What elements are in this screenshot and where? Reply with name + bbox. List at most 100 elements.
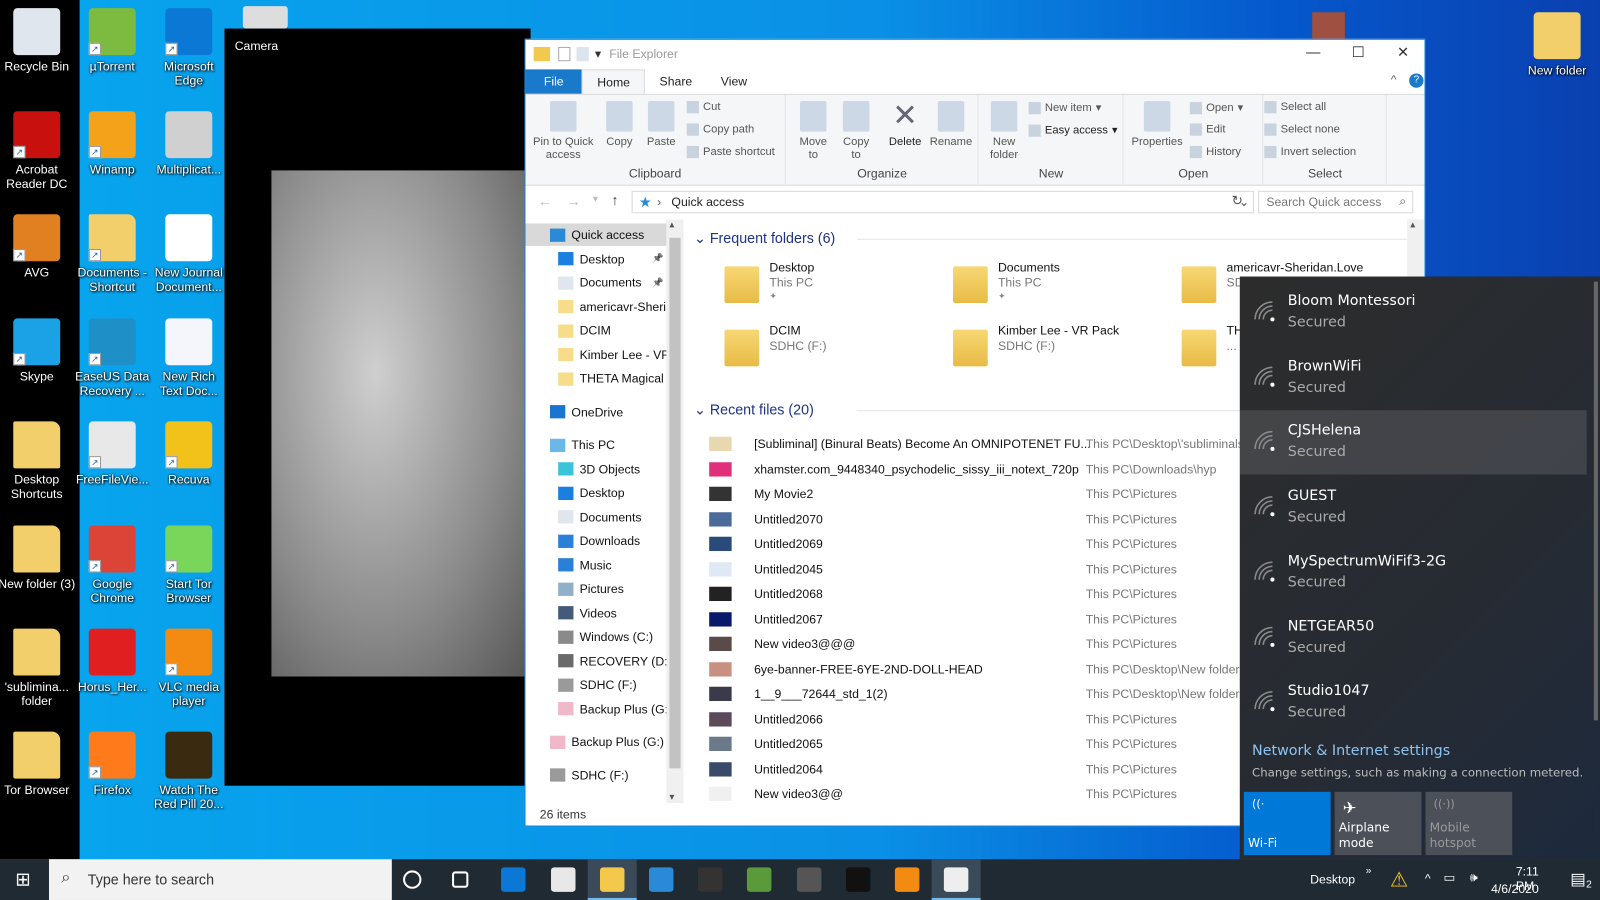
desktop-icon[interactable]: ↗ VLC media player — [150, 624, 228, 708]
collapse-ribbon-icon[interactable]: ^ — [1391, 72, 1397, 86]
invert-selection-button[interactable]: Invert selection — [1264, 145, 1356, 159]
desktop-icon[interactable]: Horus_Her... — [73, 624, 151, 694]
tab-view[interactable]: View — [707, 69, 762, 93]
wifi-network-item[interactable]: GUEST Secured — [1240, 476, 1587, 540]
nav-item[interactable]: Videos — [526, 602, 669, 624]
new-folder-button[interactable]: New folder — [984, 101, 1025, 162]
desktop-icon[interactable]: ↗ FreeFileVie... — [73, 417, 151, 487]
desktop-icon[interactable]: ↗ AVG — [0, 210, 76, 280]
taskbar-app-amazon-icon[interactable] — [698, 867, 723, 892]
network-settings-link[interactable]: Network & Internet settings — [1252, 743, 1450, 759]
nav-item[interactable]: Desktop 📌 — [526, 247, 669, 269]
wifi-network-item[interactable]: Studio1047 Secured — [1240, 671, 1587, 735]
nav-item[interactable]: Windows (C:) — [526, 626, 669, 648]
paste-button[interactable]: Paste — [642, 101, 681, 149]
quick-action-wifi[interactable]: ((· Wi-Fi — [1243, 791, 1331, 856]
taskbar-app-color-app-icon[interactable] — [845, 867, 871, 892]
up-button[interactable]: ↑ — [611, 192, 618, 208]
easy-access-button[interactable]: Easy access ▾ — [1028, 123, 1118, 137]
back-button[interactable]: ← — [538, 193, 552, 209]
frequent-folder-item[interactable]: DCIM SDHC (F:) — [724, 323, 948, 374]
nav-item[interactable]: Backup Plus (G:) — [526, 697, 668, 719]
frequent-folder-item[interactable]: Kimber Lee - VR Pack SDHC (F:) — [953, 323, 1177, 374]
nav-scrollbar[interactable]: ▴ ▾ — [666, 219, 684, 804]
desktop-icon[interactable]: Multiplicat... — [150, 107, 228, 177]
desktop-toolbar-label[interactable]: Desktop — [1310, 872, 1355, 886]
qat-dropdown-icon[interactable]: ▾ — [595, 47, 601, 61]
quick-action-hotspot[interactable]: ((·)) Mobile hotspot — [1425, 791, 1513, 856]
taskbar-app-tripadvisor-icon[interactable] — [747, 867, 772, 892]
nav-item[interactable]: Pictures — [526, 578, 669, 600]
open-button[interactable]: Open ▾ — [1189, 101, 1243, 114]
wifi-network-item[interactable]: Bloom Montessori Secured — [1240, 281, 1587, 345]
desktop-icon[interactable]: Watch The Red Pill 20... — [150, 728, 228, 811]
desktop-icon[interactable]: Tor Browser — [0, 728, 76, 797]
pin-to-quick-access-button[interactable]: Pin to Quick access — [530, 101, 597, 162]
refresh-icon[interactable]: ↻ — [1232, 193, 1243, 209]
nav-item[interactable]: americavr-Sheridan.Love — [526, 295, 668, 317]
desktop-icon[interactable]: Recycle Bin — [0, 4, 76, 73]
paste-shortcut-button[interactable]: Paste shortcut — [686, 145, 775, 159]
frequent-folder-item[interactable]: Documents This PC ✦ — [953, 260, 1177, 311]
tab-share[interactable]: Share — [645, 69, 706, 93]
minimize-button[interactable]: — — [1291, 44, 1336, 60]
camera-window[interactable]: Camera — [224, 28, 531, 786]
desktop-icon[interactable]: ↗ Recuva — [150, 417, 228, 487]
clock-date[interactable]: 4/6/2020 — [1491, 882, 1539, 896]
nav-item[interactable]: This PC — [526, 434, 669, 456]
tab-home[interactable]: Home — [581, 69, 646, 94]
desktop-icon[interactable]: 'sublimina... folder — [0, 624, 76, 708]
wifi-network-item[interactable]: NETGEAR50 Secured — [1240, 606, 1587, 670]
desktop-icon[interactable]: ↗ Microsoft Edge — [150, 4, 228, 88]
nav-item[interactable]: Kimber Lee - VR Pack — [526, 343, 668, 365]
taskbar-app-mail-icon[interactable] — [648, 867, 674, 892]
copy-path-button[interactable]: Copy path — [686, 123, 754, 136]
nav-item[interactable]: Backup Plus (G:) — [526, 731, 669, 753]
desktop-icon[interactable]: ↗ Winamp — [73, 107, 151, 177]
wifi-network-item[interactable]: CJSHelena Secured — [1239, 410, 1587, 475]
show-hidden-icons-chevron[interactable]: ^ — [1425, 871, 1431, 885]
nav-item[interactable]: RECOVERY (D:) — [526, 649, 668, 671]
recent-files-header[interactable]: ⌄ Recent files (20) — [694, 401, 1406, 418]
taskbar-app-webcam-app-icon[interactable] — [796, 867, 822, 892]
recent-locations-button[interactable]: ▾ — [593, 194, 598, 205]
nav-item[interactable]: THETA Magical Fantasy — [526, 367, 668, 389]
start-button-windows-icon[interactable]: ⊞ — [15, 869, 30, 890]
help-icon[interactable]: ? — [1409, 73, 1424, 88]
nav-item[interactable]: DCIM — [526, 319, 669, 341]
desktop-icon[interactable]: ↗ Skype — [0, 314, 76, 384]
edit-button[interactable]: Edit — [1189, 123, 1225, 136]
desktop-icon-partial[interactable] — [1312, 12, 1345, 39]
maximize-button[interactable]: ☐ — [1336, 44, 1381, 61]
wifi-network-item[interactable]: BrownWiFi Secured — [1240, 346, 1587, 410]
properties-qat-icon[interactable] — [558, 46, 571, 62]
desktop-icon[interactable]: ↗ Google Chrome — [73, 521, 151, 605]
new-folder-qat-icon[interactable] — [576, 46, 589, 62]
nav-item[interactable]: Documents — [526, 506, 669, 528]
copy-button[interactable]: Copy — [601, 101, 638, 149]
history-button[interactable]: History — [1189, 145, 1241, 159]
close-button[interactable]: ✕ — [1381, 44, 1426, 61]
nav-item[interactable]: Downloads — [526, 530, 669, 552]
nav-item[interactable]: SDHC (F:) — [526, 673, 669, 695]
taskbar-app-camera-icon[interactable] — [944, 867, 969, 892]
desktop-icon[interactable]: New Rich Text Doc... — [150, 314, 228, 398]
desktop-icon-new-folder[interactable]: New folder — [1518, 8, 1596, 78]
taskbar-app-store-icon[interactable] — [550, 867, 576, 892]
desktop-icon[interactable]: New Journal Document... — [150, 210, 228, 294]
scroll-up-icon[interactable]: ▴ — [1410, 219, 1415, 230]
quick-action-airplane[interactable]: ✈ Airplane mode — [1334, 791, 1422, 856]
desktop-icon[interactable]: ↗ EaseUS Data Recovery ... — [73, 314, 151, 398]
scroll-down-icon[interactable]: ▾ — [669, 792, 674, 803]
delete-button[interactable]: ✕ Delete — [885, 101, 926, 149]
frequent-folders-header[interactable]: ⌄ Frequent folders (6) — [694, 230, 1406, 247]
frequent-folder-item[interactable]: Desktop This PC ✦ — [724, 260, 948, 311]
nav-scroll-thumb[interactable] — [669, 237, 681, 769]
nav-item[interactable]: Desktop — [526, 482, 669, 504]
forward-button[interactable]: → — [566, 193, 580, 209]
volume-icon[interactable]: 🕪 — [1470, 870, 1478, 885]
nav-item[interactable]: SDHC (F:) — [526, 764, 669, 786]
desktop-icon[interactable]: ↗ Start Tor Browser — [150, 521, 228, 605]
wifi-network-item[interactable]: MySpectrumWiFif3-2G Secured — [1240, 541, 1587, 605]
address-input[interactable]: ★ › Quick access ⌄ — [631, 190, 1255, 214]
